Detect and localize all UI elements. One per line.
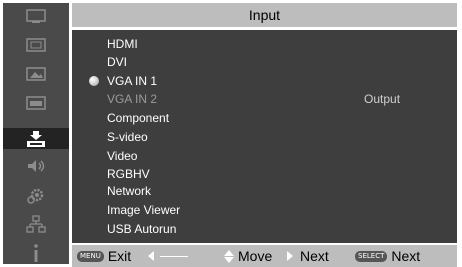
select-next-hint[interactable]: SELECT Next: [355, 245, 420, 267]
up-down-arrow-icon: [224, 249, 234, 263]
input-icon: [27, 130, 45, 147]
move-label: Move: [238, 248, 273, 264]
sidebar-item-picture[interactable]: [3, 5, 69, 26]
sound-icon: [28, 159, 45, 172]
input-item-dvi[interactable]: DVI: [107, 55, 127, 69]
sidebar-item-input[interactable]: [3, 128, 69, 149]
input-item-video[interactable]: Video: [107, 149, 137, 163]
input-item-rgbhv[interactable]: RGBHV: [107, 167, 150, 181]
projector-osd: Input HDMI DVI VGA IN 1 VGA IN 2 Output …: [0, 0, 462, 267]
back-hint: [148, 245, 188, 267]
screen-setting-icon: [26, 37, 46, 52]
input-item-component[interactable]: Component: [107, 111, 169, 125]
input-list-panel: HDMI DVI VGA IN 1 VGA IN 2 Output Compon…: [72, 30, 457, 243]
menu-key-icon: MENU: [77, 250, 104, 262]
select-key-icon: SELECT: [355, 250, 388, 262]
image-icon: [26, 66, 46, 81]
output-label: Output: [364, 92, 401, 106]
select-next-label: Next: [391, 248, 421, 264]
information-icon: [34, 243, 38, 262]
sidebar-item-information[interactable]: [3, 242, 69, 263]
exit-hint[interactable]: MENU Exit: [77, 245, 131, 267]
input-item-vga-in-2[interactable]: VGA IN 2: [107, 92, 157, 106]
sidebar-item-pc-adjust[interactable]: [3, 92, 69, 113]
pc-adjust-icon: [26, 95, 46, 110]
sidebar: [3, 3, 69, 264]
dash-separator: [160, 255, 188, 257]
sidebar-item-image[interactable]: [3, 63, 69, 84]
input-item-network[interactable]: Network: [107, 184, 151, 198]
input-item-image-viewer[interactable]: Image Viewer: [107, 203, 180, 217]
move-hint: Move: [224, 245, 272, 267]
picture-adjust-icon: [26, 8, 46, 23]
sidebar-item-setting[interactable]: [3, 184, 69, 205]
next-hint[interactable]: Next: [287, 245, 329, 267]
left-arrow-icon: [148, 251, 154, 261]
sidebar-item-network[interactable]: [3, 213, 69, 234]
sidebar-item-sound[interactable]: [3, 155, 69, 176]
input-item-usb-autorun[interactable]: USB Autorun: [107, 222, 176, 236]
menu-title: Input: [72, 3, 457, 27]
network-icon: [26, 214, 46, 233]
input-item-s-video[interactable]: S-video: [107, 130, 148, 144]
exit-label: Exit: [107, 248, 132, 264]
sidebar-item-screen[interactable]: [3, 34, 69, 55]
selected-radio-icon: [89, 76, 99, 86]
input-item-hdmi[interactable]: HDMI: [107, 37, 138, 51]
right-arrow-icon: [287, 251, 293, 261]
next-label: Next: [300, 248, 329, 264]
input-item-vga-in-1[interactable]: VGA IN 1: [107, 74, 157, 88]
bottom-hint-bar: MENU Exit Move Next SELECT Next: [72, 245, 457, 267]
setting-icon: [27, 188, 44, 204]
